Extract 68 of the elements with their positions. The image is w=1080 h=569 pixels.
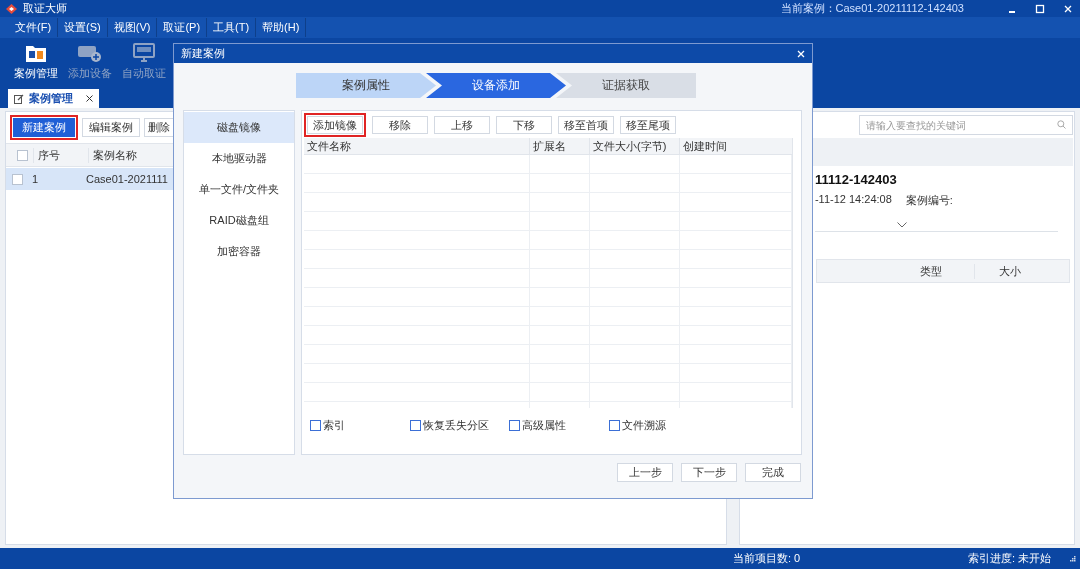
footer-button[interactable]: 完成 <box>745 463 801 482</box>
checkbox-label: 恢复丢失分区 <box>423 418 489 433</box>
footer-button[interactable]: 下一步 <box>681 463 737 482</box>
source-type-item[interactable]: 单一文件/文件夹 <box>184 174 294 205</box>
column-header[interactable]: 案例名称 <box>88 147 137 163</box>
menu-item[interactable]: 工具(T) <box>207 18 257 37</box>
column-header[interactable]: 文件名称 <box>304 138 530 154</box>
tab-label: 案例管理 <box>29 91 73 106</box>
checkbox-label: 索引 <box>323 418 345 433</box>
resize-grip-icon[interactable] <box>1070 555 1076 562</box>
wizard-step[interactable]: 设备添加 <box>426 73 566 98</box>
toolbar-button[interactable]: 编辑案例 <box>82 117 140 137</box>
menu-item[interactable]: 设置(S) <box>58 18 108 37</box>
toolbar-button[interactable]: 下移 <box>496 116 552 134</box>
checkbox[interactable] <box>11 173 23 185</box>
monitor-icon <box>133 43 155 63</box>
column-header[interactable]: 类型 <box>916 263 974 279</box>
checkbox[interactable] <box>410 420 421 431</box>
search-icon <box>1057 120 1066 129</box>
checkbox[interactable] <box>509 420 520 431</box>
checkbox-label: 高级属性 <box>522 418 566 433</box>
drive-add-icon <box>77 43 103 63</box>
created-time: -11-12 14:24:08 <box>814 193 892 207</box>
tab[interactable]: 案例管理 <box>8 89 99 108</box>
source-type-item[interactable]: 磁盘镜像 <box>184 112 294 143</box>
toolbar-button[interactable]: 添加镜像 <box>307 116 363 134</box>
case-title: 11112-142403 <box>814 172 898 187</box>
toolbar-button[interactable]: 新建案例 <box>13 117 75 137</box>
checkbox[interactable] <box>16 149 28 161</box>
edit-icon <box>14 93 24 104</box>
window-title: 取证大师 <box>23 1 67 16</box>
chevron-down-icon[interactable] <box>896 222 907 228</box>
column-header[interactable]: 文件大小(字节) <box>590 138 680 154</box>
menu-item[interactable]: 视图(V) <box>107 18 158 37</box>
close-icon[interactable] <box>86 95 93 102</box>
checkbox[interactable] <box>609 420 620 431</box>
checkbox-label: 文件溯源 <box>622 418 666 433</box>
current-case-label: 当前案例：Case01-20211112-142403 <box>780 1 964 16</box>
toolbar-button[interactable]: 上移 <box>434 116 490 134</box>
case-number-label: 案例编号: <box>905 193 953 208</box>
wizard-step[interactable]: 案例属性 <box>296 73 436 98</box>
menu-item[interactable]: 帮助(H) <box>256 18 307 37</box>
app-logo-icon <box>6 3 17 14</box>
footer-button[interactable]: 上一步 <box>617 463 673 482</box>
table-cell-text: 1 <box>31 173 40 185</box>
folder-icon <box>25 43 47 63</box>
source-type-item[interactable]: 加密容器 <box>184 236 294 267</box>
maximize-icon[interactable] <box>1034 2 1046 15</box>
wizard-step[interactable]: 证据获取 <box>556 73 696 98</box>
menu-item[interactable]: 文件(F) <box>9 18 59 37</box>
dialog-title: 新建案例 <box>181 46 225 61</box>
item-count: 当前项目数: 0 <box>733 551 802 566</box>
index-status-text: 索引进度: 未开始 <box>968 551 1052 566</box>
search-field[interactable]: 请输入要查找的关键词 <box>859 115 1073 135</box>
table-cell-text: Case01-2021111 <box>85 173 168 185</box>
column-header[interactable]: 序号 <box>33 147 88 163</box>
checkbox[interactable] <box>310 420 321 431</box>
column-header[interactable]: 大小 <box>974 263 1069 279</box>
column-header[interactable]: 扩展名 <box>530 138 590 154</box>
menu-item[interactable]: 取证(P) <box>157 18 208 37</box>
toolbar-button[interactable]: 删除 <box>144 117 174 137</box>
source-type-item[interactable]: RAID磁盘组 <box>184 205 294 236</box>
source-type-item[interactable]: 本地驱动器 <box>184 143 294 174</box>
toolbar-button[interactable]: 移除 <box>372 116 428 134</box>
column-header[interactable]: 创建时间 <box>680 138 792 154</box>
toolbar-button[interactable]: 移至首项 <box>558 116 614 134</box>
toolbar-button[interactable]: 移至尾项 <box>620 116 676 134</box>
toolbar-button[interactable]: 案例管理 <box>12 43 60 81</box>
